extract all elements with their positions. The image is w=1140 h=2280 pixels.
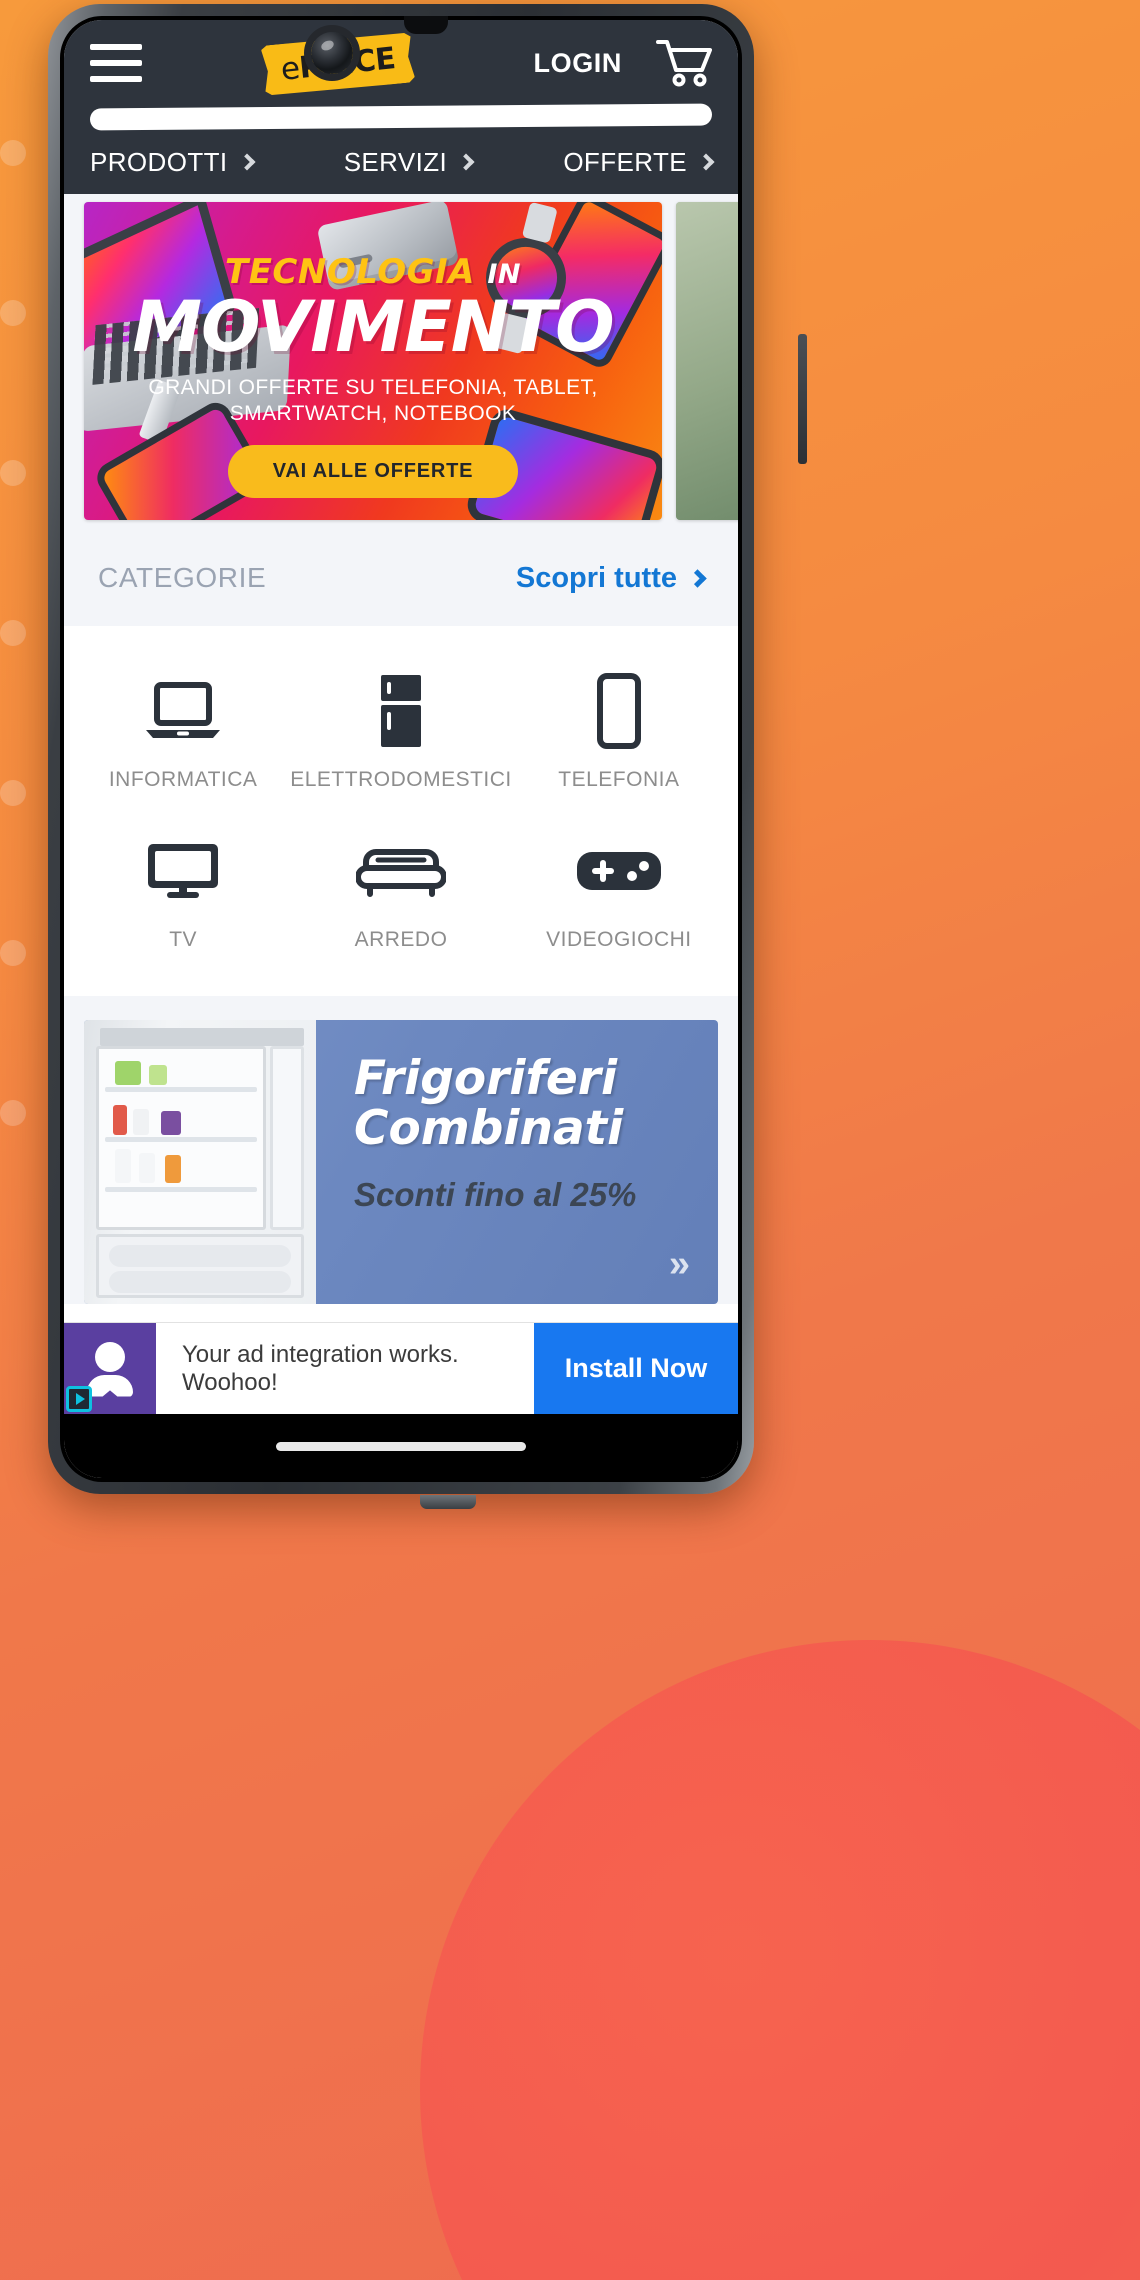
gamepad-icon bbox=[575, 834, 663, 908]
power-button[interactable] bbox=[798, 334, 807, 464]
background-blob bbox=[420, 1640, 1140, 2280]
category-label: ARREDO bbox=[354, 928, 448, 951]
hero-title: MOVIMENTO bbox=[132, 286, 614, 369]
laptop-icon bbox=[144, 674, 222, 748]
primary-nav: PRODOTTI SERVIZI OFFERTE bbox=[90, 136, 715, 194]
category-label: TELEFONIA bbox=[558, 768, 680, 791]
chevron-right-icon bbox=[238, 153, 256, 171]
television-icon bbox=[143, 834, 223, 908]
system-navigation-bar bbox=[64, 1414, 738, 1478]
categories-grid: INFORMATICA ELETTRODOMESTICI TELEFONIA T… bbox=[64, 626, 738, 996]
phone-device-frame: ePRICE LOGIN bbox=[48, 4, 807, 1509]
smartphone-icon bbox=[596, 673, 642, 749]
hero-subtitle-line2: SMARTWATCH, NOTEBOOK bbox=[229, 402, 517, 426]
front-camera-notch bbox=[404, 16, 448, 34]
camera-lens-icon bbox=[310, 32, 353, 74]
hero-slides[interactable]: TECNOLOGIA IN MOVIMENTO GRANDI OFFERTE S… bbox=[64, 202, 738, 520]
hamburger-menu-icon[interactable] bbox=[90, 44, 142, 82]
categories-header: CATEGORIE Scopri tutte bbox=[64, 530, 738, 626]
promo-text: Frigoriferi Combinati Sconti fino al 25%… bbox=[316, 1020, 718, 1304]
discover-all-categories-link[interactable]: Scopri tutte bbox=[515, 561, 707, 595]
categories-title: CATEGORIE bbox=[98, 562, 267, 593]
ad-banner[interactable]: Your ad integration works. Woohoo! Insta… bbox=[64, 1322, 738, 1414]
hero-carousel: TECNOLOGIA IN MOVIMENTO GRANDI OFFERTE S… bbox=[64, 194, 738, 530]
ad-text: Your ad integration works. Woohoo! bbox=[182, 1340, 459, 1396]
cart-icon[interactable] bbox=[656, 38, 712, 88]
hero-slide-active[interactable]: TECNOLOGIA IN MOVIMENTO GRANDI OFFERTE S… bbox=[84, 202, 662, 520]
category-label: ELETTRODOMESTICI bbox=[290, 768, 512, 791]
phone-bottom-tab bbox=[420, 1495, 476, 1509]
hero-content: TECNOLOGIA IN MOVIMENTO GRANDI OFFERTE S… bbox=[84, 202, 662, 520]
promo-banner-frigoriferi[interactable]: Frigoriferi Combinati Sconti fino al 25%… bbox=[84, 1020, 718, 1304]
phone-screen: ePRICE LOGIN bbox=[64, 20, 738, 1478]
nav-item-label: SERVIZI bbox=[343, 146, 448, 177]
fridge-product-photo bbox=[84, 1020, 316, 1304]
category-label: INFORMATICA bbox=[108, 768, 258, 791]
home-gesture-pill[interactable] bbox=[276, 1441, 526, 1451]
hero-subtitle-line1: GRANDI OFFERTE SU TELEFONIA, TABLET, bbox=[148, 376, 598, 400]
header-actions: LOGIN bbox=[534, 38, 712, 88]
nav-item-prodotti[interactable]: PRODOTTI bbox=[90, 146, 256, 178]
hero-subtitle: GRANDI OFFERTE SU TELEFONIA, TABLET, SMA… bbox=[148, 375, 597, 426]
ad-app-icon bbox=[64, 1323, 156, 1414]
category-label: TV bbox=[169, 928, 198, 951]
eprice-logo[interactable]: ePRICE bbox=[263, 30, 413, 96]
hero-slide-next-image bbox=[676, 202, 738, 520]
promo-title-line1: Frigoriferi bbox=[354, 1051, 618, 1106]
nav-item-servizi[interactable]: SERVIZI bbox=[343, 146, 475, 178]
nav-item-label: PRODOTTI bbox=[90, 146, 228, 177]
promo-title-line2: Combinati bbox=[354, 1100, 624, 1156]
category-item-elettrodomestici[interactable]: ELETTRODOMESTICI bbox=[286, 660, 516, 810]
hero-slide-next[interactable] bbox=[676, 202, 738, 520]
promo-subtitle: Sconti fino al 25% bbox=[354, 1175, 637, 1213]
chevron-right-icon bbox=[457, 153, 475, 171]
category-item-tv[interactable]: TV bbox=[80, 820, 286, 970]
phone-bezel: ePRICE LOGIN bbox=[60, 16, 742, 1482]
chevron-right-icon bbox=[688, 568, 707, 588]
header-top-row: ePRICE LOGIN bbox=[90, 20, 712, 106]
sofa-icon bbox=[356, 834, 446, 908]
fridge-icon bbox=[375, 674, 427, 748]
login-button[interactable]: LOGIN bbox=[534, 48, 623, 79]
app-header: ePRICE LOGIN bbox=[64, 20, 738, 194]
category-item-videogiochi[interactable]: VIDEOGIOCHI bbox=[516, 820, 722, 970]
hero-cta-button[interactable]: VAI ALLE OFFERTE bbox=[228, 444, 518, 498]
ad-install-now-button[interactable]: Install Now bbox=[534, 1323, 738, 1414]
discover-all-label: Scopri tutte bbox=[515, 561, 677, 594]
promo-next-arrows-icon[interactable]: » bbox=[669, 1243, 690, 1286]
category-item-informatica[interactable]: INFORMATICA bbox=[80, 660, 286, 810]
nav-item-offerte[interactable]: OFFERTE bbox=[563, 146, 715, 178]
promo-section: Frigoriferi Combinati Sconti fino al 25%… bbox=[64, 996, 738, 1304]
category-label: VIDEOGIOCHI bbox=[546, 928, 692, 951]
search-input[interactable] bbox=[89, 103, 713, 131]
promo-title: Frigoriferi Combinati bbox=[354, 1054, 718, 1154]
category-item-arredo[interactable]: ARREDO bbox=[286, 820, 516, 970]
nav-item-label: OFFERTE bbox=[563, 146, 687, 177]
adchoices-icon[interactable] bbox=[66, 1386, 92, 1412]
category-item-telefonia[interactable]: TELEFONIA bbox=[516, 660, 722, 810]
chevron-right-icon bbox=[697, 153, 715, 171]
